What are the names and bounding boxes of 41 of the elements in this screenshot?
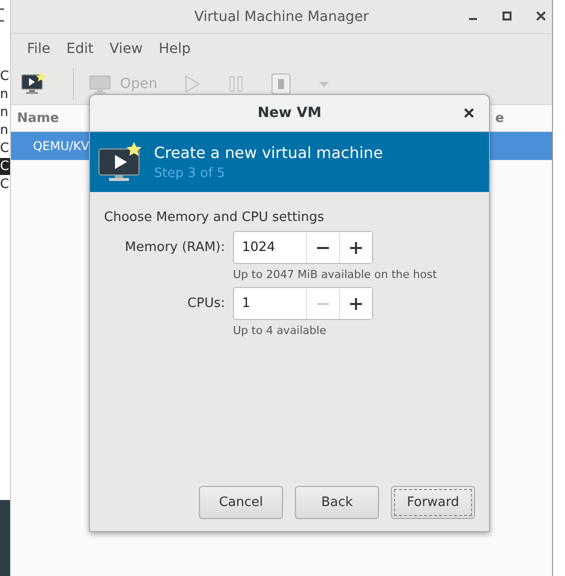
play-icon (183, 74, 202, 94)
text-fragment: n (0, 122, 10, 139)
increment-button[interactable] (339, 232, 372, 263)
text-fragment: C (0, 140, 10, 157)
monitor-icon (88, 72, 112, 94)
spin-field[interactable]: 1024 (233, 231, 373, 264)
menu-item[interactable]: File (18, 40, 58, 56)
increment-button[interactable] (339, 288, 372, 319)
text-fragment: C (0, 176, 10, 193)
column-header[interactable]: Name (16, 110, 59, 126)
menu-item[interactable]: Help (150, 40, 199, 56)
wizard-heading: Create a new virtual machine (154, 144, 383, 162)
pause-icon (227, 74, 246, 94)
toolbar-button[interactable] (20, 72, 47, 96)
text-fragment: n (0, 86, 10, 103)
power-icon (271, 72, 292, 94)
plus-icon (350, 298, 362, 310)
menu-item[interactable]: Edit (58, 40, 102, 56)
spin-field[interactable]: 1 (233, 287, 373, 320)
window-title: Virtual Machine Manager (194, 8, 369, 24)
plus-icon (350, 242, 362, 254)
new-vm-icon (20, 72, 47, 96)
field-label: Memory (RAM): (124, 240, 225, 255)
close-icon[interactable] (536, 11, 546, 21)
menu-item[interactable]: View (102, 40, 151, 56)
dialog-title: New VM (258, 105, 322, 121)
text-fragment: C (0, 68, 10, 85)
column-header[interactable]: e (495, 110, 504, 126)
dialog-button[interactable]: Forward (391, 486, 475, 519)
close-icon[interactable] (463, 107, 475, 119)
section-label: Choose Memory and CPU settings (104, 210, 326, 225)
maximize-icon[interactable] (502, 11, 512, 21)
dialog-button[interactable]: Back (295, 486, 379, 519)
dialog-button[interactable]: Cancel (199, 486, 283, 519)
new-vm-icon (98, 141, 144, 183)
text-fragment: n (0, 104, 10, 121)
text-fragment: C (0, 158, 10, 175)
field-label: CPUs: (187, 296, 225, 311)
step-label: Step 3 of 5 (154, 166, 226, 180)
hint-text: Up to 2047 MiB available on the host (233, 268, 437, 281)
hint-text: Up to 4 available (233, 324, 326, 337)
